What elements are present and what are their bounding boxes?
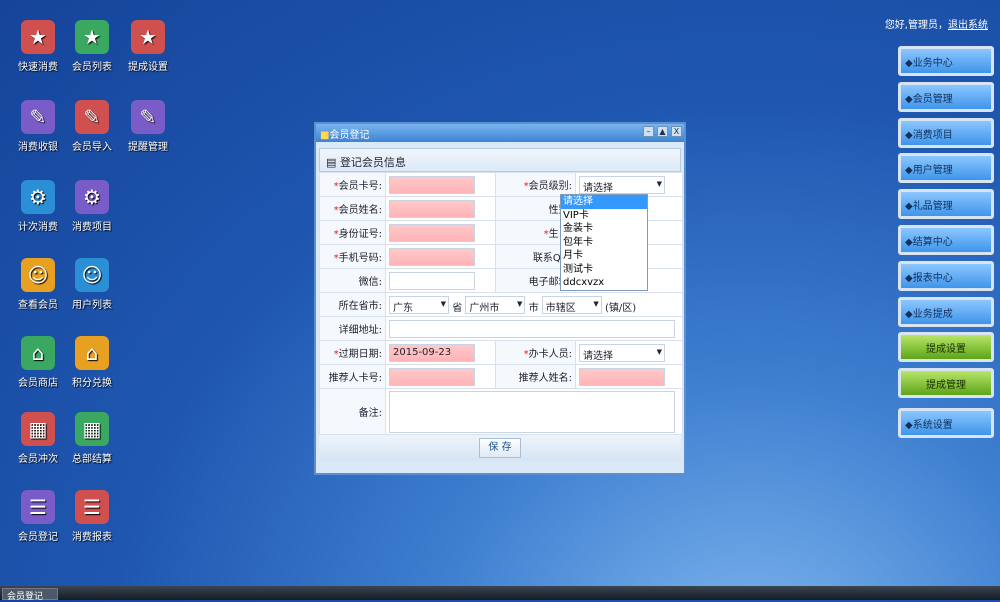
member-level-select[interactable]: 请选择 ▼ bbox=[579, 175, 665, 194]
desktop-icon[interactable]: ▦ 总部结算 bbox=[62, 412, 122, 465]
handler-select[interactable]: 请选择 ▼ bbox=[579, 343, 665, 362]
dropdown-option[interactable]: 包年卡 bbox=[561, 236, 647, 250]
phone-input[interactable] bbox=[389, 247, 475, 266]
app-icon: ✎ bbox=[75, 100, 109, 134]
dropdown-option[interactable]: VIP卡 bbox=[561, 209, 647, 223]
app-icon: ★ bbox=[21, 20, 55, 54]
app-icon: ✎ bbox=[131, 100, 165, 134]
taskbar: 会员登记 bbox=[0, 586, 1000, 602]
district-select[interactable]: 市辖区 ▼ bbox=[541, 295, 602, 314]
nav-button[interactable]: ◆业务提成 bbox=[898, 296, 994, 327]
close-button[interactable]: X bbox=[671, 126, 682, 137]
address-input[interactable] bbox=[389, 319, 675, 338]
app-icon: ☺ bbox=[75, 258, 109, 292]
desktop-icon[interactable]: ⚙ 计次消费 bbox=[8, 180, 68, 233]
app-icon: ★ bbox=[131, 20, 165, 54]
section-header: ▤ 登记会员信息 bbox=[319, 148, 681, 172]
app-icon: ☰ bbox=[75, 490, 109, 524]
greeting: 您好,管理员，退出系统 bbox=[884, 20, 988, 31]
nav-button[interactable]: ◆系统设置 bbox=[898, 408, 994, 438]
desktop-icon[interactable]: ☺ 用户列表 bbox=[62, 258, 122, 311]
app-icon: ⌂ bbox=[75, 336, 109, 370]
desktop-icon[interactable]: ★ 会员列表 bbox=[62, 20, 122, 73]
remark-textarea[interactable] bbox=[389, 390, 675, 433]
maximize-button[interactable]: ▲ bbox=[657, 126, 668, 137]
dialog-titlebar[interactable]: ■会员登记 – ▲ X bbox=[316, 124, 684, 142]
card-number-input[interactable] bbox=[389, 175, 475, 194]
desktop-icon[interactable]: ⚙ 消费项目 bbox=[62, 180, 122, 233]
desktop-icon[interactable]: ▦ 会员冲次 bbox=[8, 412, 68, 465]
app-icon: ⚙ bbox=[21, 180, 55, 214]
nav-button[interactable]: ◆礼品管理 bbox=[898, 189, 994, 220]
nav-button[interactable]: ◆报表中心 bbox=[898, 260, 994, 291]
dropdown-option[interactable]: 请选择 bbox=[561, 195, 647, 209]
id-number-input[interactable] bbox=[389, 223, 475, 242]
desktop-icon[interactable]: ⌂ 会员商店 bbox=[8, 336, 68, 389]
wechat-input[interactable] bbox=[389, 271, 475, 290]
member-name-input[interactable] bbox=[389, 199, 475, 218]
province-select[interactable]: 广东 ▼ bbox=[389, 295, 449, 314]
desktop-icon[interactable]: ✎ 消费收银 bbox=[8, 100, 68, 153]
expire-date-input[interactable]: 2015-09-23 bbox=[389, 343, 475, 362]
desktop-icon[interactable]: ★ 提成设置 bbox=[118, 20, 178, 73]
desktop-icon[interactable]: ☰ 会员登记 bbox=[8, 490, 68, 543]
referrer-name-input[interactable] bbox=[579, 367, 665, 386]
city-select[interactable]: 广州市 ▼ bbox=[465, 295, 526, 314]
app-icon: ⌂ bbox=[21, 336, 55, 370]
nav-button[interactable]: ◆消费项目 bbox=[898, 117, 994, 148]
desktop-icon[interactable]: ☺ 查看会员 bbox=[8, 258, 68, 311]
nav-button[interactable]: 提成管理 bbox=[898, 368, 994, 399]
dropdown-option[interactable]: 金装卡 bbox=[561, 222, 647, 236]
app-icon: ★ bbox=[75, 20, 109, 54]
dropdown-option[interactable]: 测试卡 bbox=[561, 263, 647, 277]
minimize-button[interactable]: – bbox=[643, 126, 654, 137]
nav-button[interactable]: 提成设置 bbox=[898, 332, 994, 363]
nav-button[interactable]: ◆会员管理 bbox=[898, 81, 994, 112]
nav-button[interactable]: ◆用户管理 bbox=[898, 153, 994, 184]
nav-button[interactable]: ◆结算中心 bbox=[898, 225, 994, 255]
dropdown-option[interactable]: 月卡 bbox=[561, 249, 647, 263]
nav-button[interactable]: ◆业务中心 bbox=[898, 46, 994, 76]
desktop-icon[interactable]: ★ 快速消费 bbox=[8, 20, 68, 73]
app-icon: ☰ bbox=[21, 490, 55, 524]
app-icon: ☺ bbox=[21, 258, 55, 292]
logout-link[interactable]: 退出系统 bbox=[948, 20, 988, 31]
member-register-dialog: ■会员登记 – ▲ X ▤ 登记会员信息 *会员卡号: *会员级别: 请选择 ▼ *… bbox=[314, 122, 686, 475]
app-icon: ▦ bbox=[21, 412, 55, 446]
desktop-icon[interactable]: ✎ 提醒管理 bbox=[118, 100, 178, 153]
form-icon: ▤ bbox=[326, 156, 337, 169]
save-button[interactable]: 保 存 bbox=[479, 438, 521, 458]
dropdown-option[interactable]: ddcxvzx bbox=[561, 276, 647, 290]
app-icon: ▦ bbox=[75, 412, 109, 446]
desktop-icon[interactable]: ⌂ 积分兑换 bbox=[62, 336, 122, 389]
desktop-icon[interactable]: ☰ 消费报表 bbox=[62, 490, 122, 543]
referrer-card-input[interactable] bbox=[389, 367, 475, 386]
desktop-icon[interactable]: ✎ 会员导入 bbox=[62, 100, 122, 153]
taskbar-item[interactable]: 会员登记 bbox=[2, 588, 58, 602]
app-icon: ⚙ bbox=[75, 180, 109, 214]
app-icon: ✎ bbox=[21, 100, 55, 134]
member-level-dropdown: 请选择 VIP卡 金装卡 包年卡 月卡 测试卡 ddcxvzx bbox=[560, 194, 648, 291]
